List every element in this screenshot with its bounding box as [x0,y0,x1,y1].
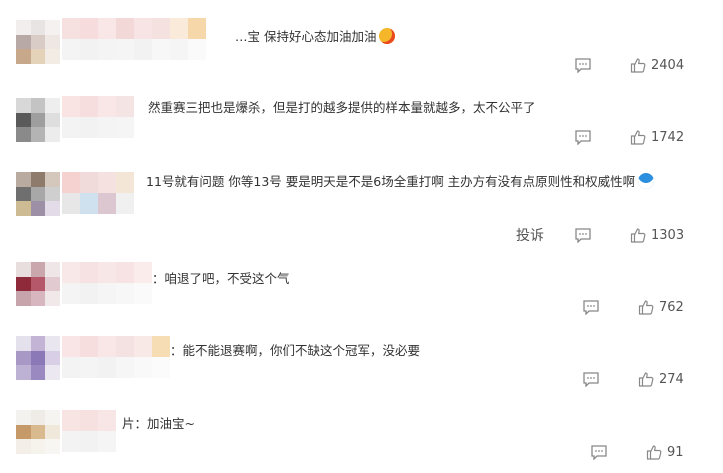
comment-icon [583,372,599,387]
comment-text: 片：加油宝~ [122,416,195,432]
like-count: 2404 [651,57,685,73]
heart-kiss-emoji [379,28,396,44]
username-blurred[interactable] [62,18,206,60]
like-button[interactable]: 1742 [630,128,684,146]
comment-text: …宝 保持好心态加油加油 [235,28,396,45]
comment-text: ：咱退了吧，不受这个气 [152,271,290,287]
like-button[interactable]: 274 [638,370,684,388]
like-count: 1742 [651,129,685,145]
comment-icon [591,445,607,460]
like-button[interactable]: 91 [646,443,684,461]
like-button[interactable]: 1303 [630,226,684,244]
comment-text-content: 片：加油宝~ [122,416,195,431]
like-button[interactable]: 762 [638,298,684,316]
comment-actions: 1742 [0,128,723,146]
reply-button[interactable] [582,298,600,316]
avatar[interactable] [16,172,60,216]
comment-actions: 274 [0,370,723,388]
comment-actions: 2404 [0,56,723,74]
username-blurred[interactable] [62,172,134,214]
thumbs-up-icon [630,130,646,145]
comment-text: ：能不能退赛啊，你们不缺这个冠军，没必要 [170,343,420,359]
comment-text: 11号就有问题 你等13号 要是明天是不是6场全重打啊 主办方有没有点原则性和权… [146,173,655,190]
reply-button[interactable] [582,370,600,388]
reply-button[interactable] [574,128,592,146]
comment-actions: 91 [0,443,723,461]
reply-button[interactable] [590,443,608,461]
thumbs-up-icon [630,228,646,243]
comment-text-content: 然重赛三把也是爆杀，但是打的越多提供的样本量就越多，太不公平了 [148,100,536,115]
comment-text-content: ：咱退了吧，不受这个气 [152,271,290,286]
doraemon-emoji [638,173,655,189]
thumbs-up-icon [630,58,646,73]
comment-icon [575,130,591,145]
comment-icon [583,300,599,315]
report-button[interactable]: 投诉 [516,226,544,244]
comment-actions: 投诉 1303 [0,226,723,245]
reply-button[interactable] [574,56,592,74]
like-button[interactable]: 2404 [630,56,684,74]
report-label: 投诉 [516,228,544,244]
comment-icon [575,58,591,73]
like-count: 762 [659,299,684,315]
comment-text: 然重赛三把也是爆杀，但是打的越多提供的样本量就越多，太不公平了 [148,100,536,116]
comment-text-content: …宝 保持好心态加油加油 [235,29,377,44]
thumbs-up-icon [646,445,662,460]
like-count: 91 [667,444,684,460]
reply-button[interactable] [574,226,592,244]
comment-icon [575,228,591,243]
like-count: 274 [659,371,684,387]
thumbs-up-icon [638,300,654,315]
like-count: 1303 [651,227,685,243]
comment-text-content: 11号就有问题 你等13号 要是明天是不是6场全重打啊 主办方有没有点原则性和权… [146,174,636,189]
comment-text-content: ：能不能退赛啊，你们不缺这个冠军，没必要 [170,343,421,358]
comment-actions: 762 [0,298,723,316]
thumbs-up-icon [638,372,654,387]
